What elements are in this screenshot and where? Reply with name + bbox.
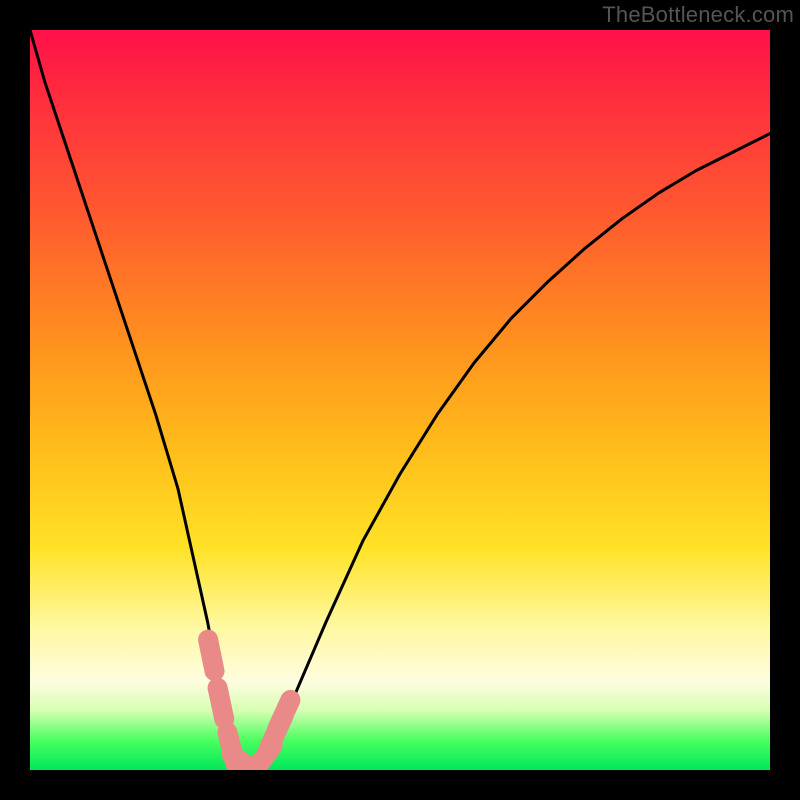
marker-layer xyxy=(208,640,290,770)
curve-layer xyxy=(30,30,770,770)
bottleneck-curve xyxy=(30,30,770,766)
chart-frame: TheBottleneck.com xyxy=(0,0,800,800)
marker-left xyxy=(208,640,214,671)
marker-mid-left xyxy=(218,688,225,719)
plot-area xyxy=(30,30,770,770)
watermark-text: TheBottleneck.com xyxy=(602,2,794,28)
marker-mid-right-b xyxy=(277,700,290,729)
